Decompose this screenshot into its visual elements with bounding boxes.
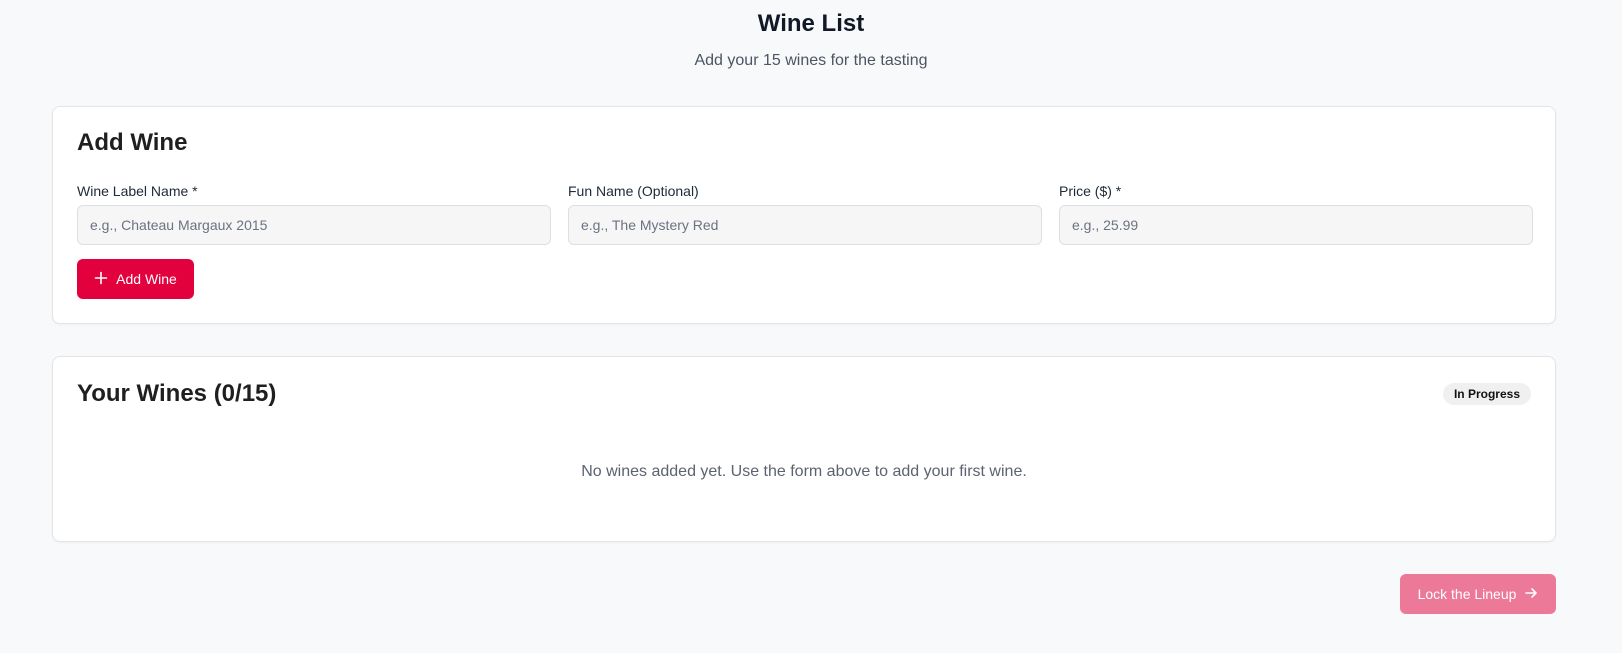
your-wines-title: Your Wines (0/15) — [77, 380, 277, 407]
fun-name-input[interactable] — [568, 205, 1042, 245]
page-subtitle: Add your 15 wines for the tasting — [694, 52, 928, 69]
add-wine-card: Add Wine Wine Label Name * Fun Name (Opt… — [52, 106, 1556, 324]
arrow-right-icon — [1524, 586, 1538, 603]
add-wine-title: Add Wine — [77, 129, 188, 156]
lock-lineup-button[interactable]: Lock the Lineup — [1400, 574, 1556, 614]
page-title: Wine List — [757, 10, 865, 37]
empty-state-message: No wines added yet. Use the form above t… — [581, 463, 1027, 480]
wine-label-field: Wine Label Name * — [77, 183, 551, 245]
wine-label-input[interactable] — [77, 205, 551, 245]
price-input[interactable] — [1059, 205, 1533, 245]
fun-name-label: Fun Name (Optional) — [568, 183, 699, 199]
price-field: Price ($) * — [1059, 183, 1533, 245]
plus-icon — [94, 271, 108, 288]
add-wine-button[interactable]: Add Wine — [77, 259, 194, 299]
price-label: Price ($) * — [1059, 183, 1122, 199]
wine-label-label: Wine Label Name * — [77, 183, 198, 199]
lock-lineup-button-label: Lock the Lineup — [1417, 586, 1517, 602]
fun-name-field: Fun Name (Optional) — [568, 183, 1042, 245]
your-wines-card: Your Wines (0/15) In Progress No wines a… — [52, 356, 1556, 542]
add-wine-button-label: Add Wine — [116, 271, 177, 287]
status-badge: In Progress — [1442, 383, 1531, 405]
wine-list-page: Wine List Add your 15 wines for the tast… — [0, 0, 1622, 653]
